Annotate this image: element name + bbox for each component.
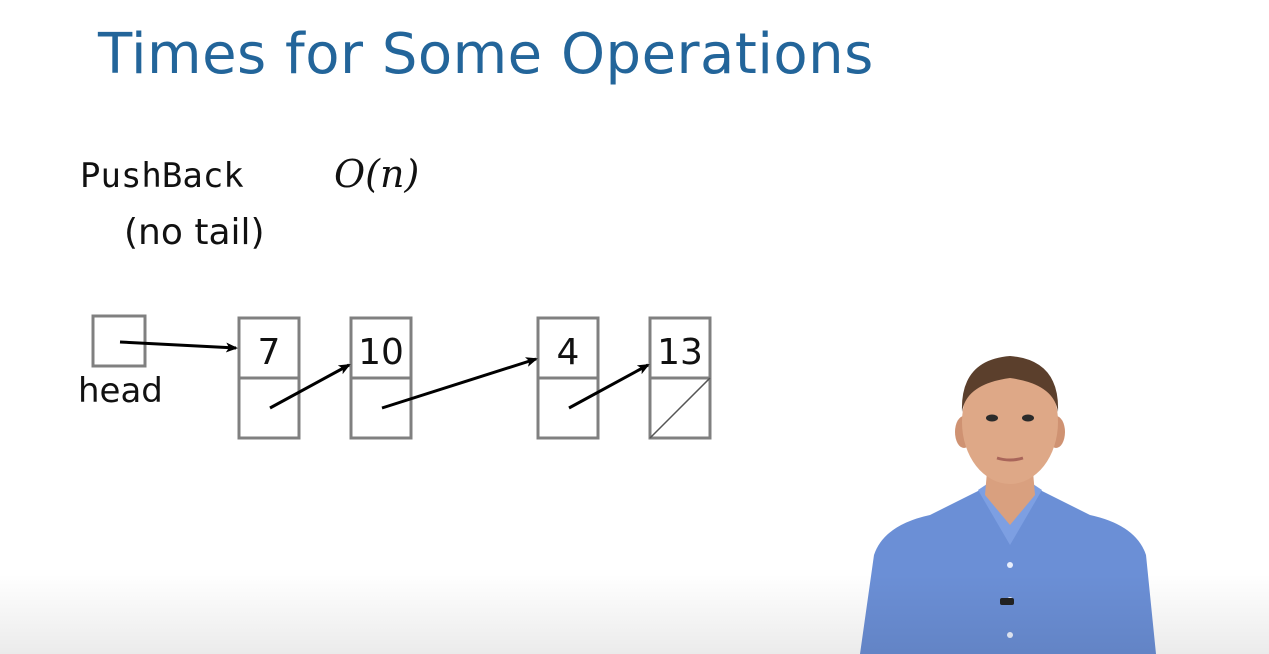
node-next-cell xyxy=(349,376,413,440)
list-node: 4 xyxy=(536,316,600,440)
null-pointer-slash xyxy=(649,377,711,439)
node-key: 4 xyxy=(557,332,580,373)
presenter-video xyxy=(860,356,1156,654)
next-pointer-arrow xyxy=(269,363,351,410)
head-box xyxy=(91,314,147,368)
next-pointer-arrow xyxy=(381,357,538,410)
node-next-cell xyxy=(237,376,301,440)
head-pointer-arrow xyxy=(119,340,238,353)
list-node: 10 xyxy=(349,316,413,440)
node-key: 7 xyxy=(258,332,281,373)
node-key: 10 xyxy=(358,332,404,373)
head-label: head xyxy=(78,371,163,411)
list-node: 13 xyxy=(648,316,712,440)
lapel-microphone xyxy=(1000,598,1014,605)
list-node: 7 xyxy=(237,316,301,440)
next-pointer-arrow xyxy=(568,363,650,410)
node-next-cell xyxy=(536,376,600,440)
node-key: 13 xyxy=(657,332,703,373)
